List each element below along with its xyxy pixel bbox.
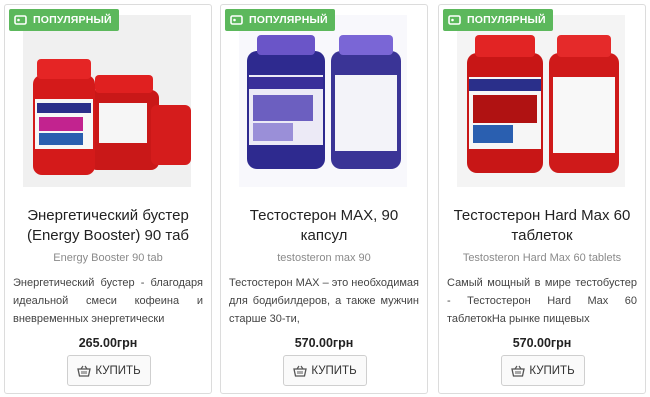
basket-icon xyxy=(293,365,308,377)
product-description: Самый мощный в мире тестобустер - Тестос… xyxy=(447,277,637,325)
product-title[interactable]: Энергетический бустер (Energy Booster) 9… xyxy=(13,206,203,246)
popular-badge: ПОПУЛЯРНЫЙ xyxy=(9,9,119,31)
tag-icon xyxy=(14,13,28,27)
product-title[interactable]: Тестостерон Hard Max 60 таблеток xyxy=(447,206,637,246)
product-image[interactable] xyxy=(239,15,407,187)
badge-label: ПОПУЛЯРНЫЙ xyxy=(467,14,546,26)
product-subtitle: Testosteron Hard Max 60 tablets xyxy=(462,252,622,264)
buy-button[interactable]: КУПИТЬ xyxy=(67,355,151,386)
basket-icon xyxy=(77,365,92,377)
buy-button[interactable]: КУПИТЬ xyxy=(501,355,585,386)
product-image[interactable] xyxy=(457,15,625,187)
tag-icon xyxy=(230,13,244,27)
buy-label: КУПИТЬ xyxy=(311,364,357,377)
tag-icon xyxy=(448,13,462,27)
buy-button[interactable]: КУПИТЬ xyxy=(283,355,367,386)
badge-label: ПОПУЛЯРНЫЙ xyxy=(33,14,112,26)
product-subtitle: testosteron max 90 xyxy=(277,252,371,264)
product-subtitle: Energy Booster 90 tab xyxy=(53,252,163,264)
buy-label: КУПИТЬ xyxy=(529,364,575,377)
badge-label: ПОПУЛЯРНЫЙ xyxy=(249,14,328,26)
product-grid: ПОПУЛЯРНЫЙ Энергетический бустер (Energy xyxy=(4,4,648,394)
basket-icon xyxy=(511,365,526,377)
product-description: Энергетический бустер - благодаря идеаль… xyxy=(13,277,203,325)
product-image[interactable] xyxy=(23,15,191,187)
product-card[interactable]: ПОПУЛЯРНЫЙ Энергетический бустер (Energy xyxy=(4,4,212,394)
buy-label: КУПИТЬ xyxy=(95,364,141,377)
product-card[interactable]: ПОПУЛЯРНЫЙ Тестостерон MAX, 90 капсул te… xyxy=(220,4,428,394)
product-card[interactable]: ПОПУЛЯРНЫЙ Тестостерон Hard Max 60 табле… xyxy=(438,4,646,394)
product-price: 265.00грн xyxy=(78,336,138,350)
product-price: 570.00грн xyxy=(512,336,572,350)
product-description: Тестостерон MAX – это необходимая для бо… xyxy=(229,277,419,325)
popular-badge: ПОПУЛЯРНЫЙ xyxy=(225,9,335,31)
popular-badge: ПОПУЛЯРНЫЙ xyxy=(443,9,553,31)
product-title[interactable]: Тестостерон MAX, 90 капсул xyxy=(229,206,419,246)
product-price: 570.00грн xyxy=(294,336,354,350)
